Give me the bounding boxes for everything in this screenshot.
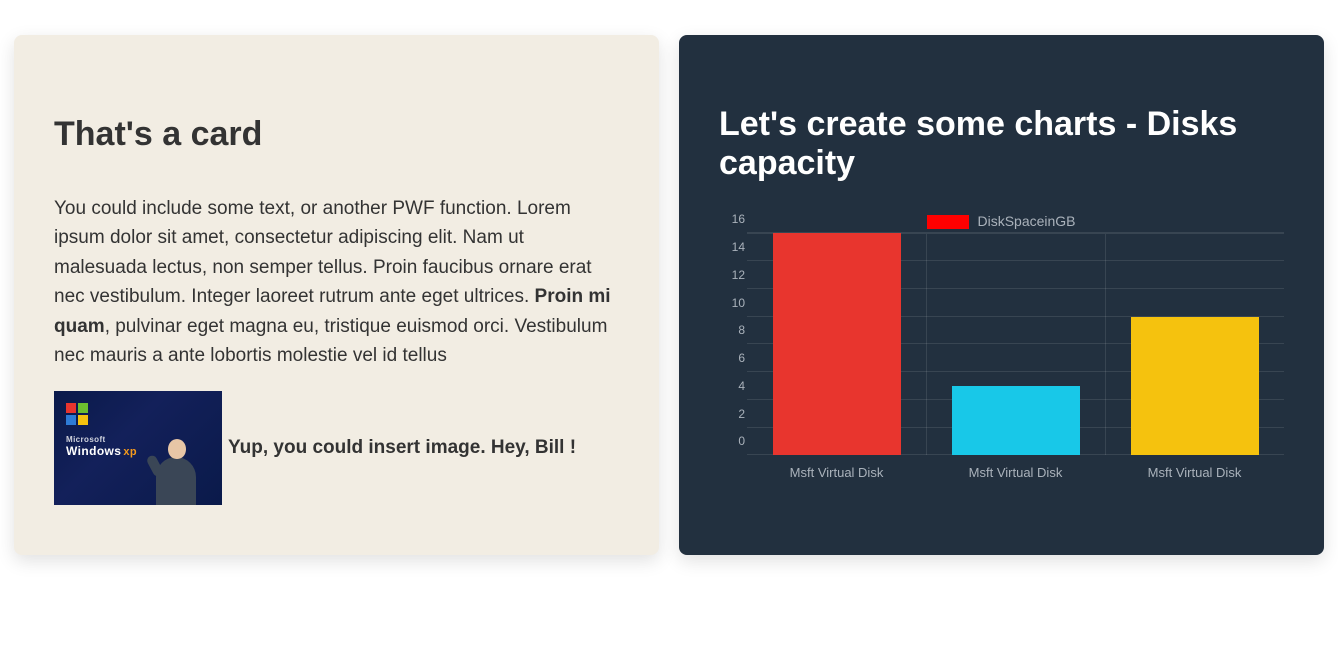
chart: DiskSpaceinGB 0246810121416 Msft Virtual… bbox=[719, 213, 1284, 480]
card-title: That's a card bbox=[54, 115, 619, 154]
chart-x-tick-label: Msft Virtual Disk bbox=[1105, 465, 1284, 480]
chart-y-tick-label: 14 bbox=[732, 240, 745, 254]
card-body-pre: You could include some text, or another … bbox=[54, 198, 592, 307]
chart-bar bbox=[952, 386, 1080, 455]
chart-y-tick-label: 2 bbox=[738, 407, 745, 421]
page: That's a card You could include some tex… bbox=[0, 0, 1338, 595]
text-card: That's a card You could include some tex… bbox=[14, 35, 659, 555]
chart-y-tick-label: 12 bbox=[732, 268, 745, 282]
chart-x-axis-labels: Msft Virtual DiskMsft Virtual DiskMsft V… bbox=[747, 465, 1284, 480]
chart-bar-cell bbox=[926, 234, 1105, 455]
chart-bar-cell bbox=[747, 234, 926, 455]
chart-bar bbox=[1131, 317, 1259, 456]
chart-bar-cell bbox=[1105, 234, 1284, 455]
image-caption: Yup, you could insert image. Hey, Bill ! bbox=[228, 437, 576, 459]
chart-x-tick-label: Msft Virtual Disk bbox=[926, 465, 1105, 480]
inline-image: Microsoft Windowsxp bbox=[54, 391, 222, 505]
chart-y-tick-label: 8 bbox=[738, 323, 745, 337]
chart-bar bbox=[773, 233, 901, 455]
legend-swatch bbox=[927, 215, 969, 229]
card-body-post: , pulvinar eget magna eu, tristique euis… bbox=[54, 316, 607, 366]
chart-title: Let's create some charts - Disks capacit… bbox=[719, 105, 1284, 183]
chart-y-tick-label: 10 bbox=[732, 296, 745, 310]
chart-y-tick-label: 0 bbox=[738, 434, 745, 448]
chart-y-tick-label: 6 bbox=[738, 351, 745, 365]
chart-y-axis-labels: 0246810121416 bbox=[719, 234, 745, 455]
chart-bars bbox=[747, 234, 1284, 455]
chart-x-tick-label: Msft Virtual Disk bbox=[747, 465, 926, 480]
legend-label: DiskSpaceinGB bbox=[977, 213, 1075, 229]
image-os-suffix: xp bbox=[121, 446, 137, 458]
image-line: Microsoft Windowsxp Yup, you could inser… bbox=[54, 391, 619, 505]
chart-y-tick-label: 4 bbox=[738, 379, 745, 393]
card-body-text: You could include some text, or another … bbox=[54, 194, 619, 371]
chart-legend: DiskSpaceinGB bbox=[719, 213, 1284, 229]
chart-plot-area: 0246810121416 bbox=[747, 233, 1284, 455]
chart-y-tick-label: 16 bbox=[732, 212, 745, 226]
chart-card: Let's create some charts - Disks capacit… bbox=[679, 35, 1324, 555]
image-person-icon bbox=[152, 435, 200, 505]
image-os-word: Windows bbox=[66, 444, 121, 458]
image-os-label: Microsoft Windowsxp bbox=[66, 435, 137, 458]
